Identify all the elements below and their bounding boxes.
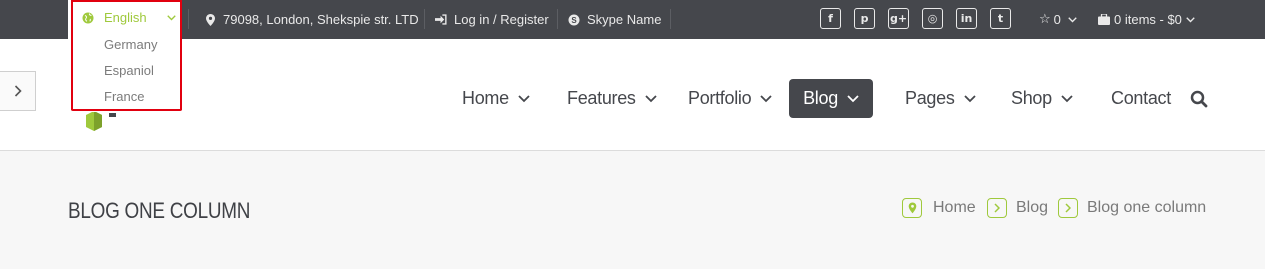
wishlist-dropdown[interactable]: ☆ 0 [1039,0,1077,39]
nav-features-label: Features [567,88,636,108]
cart-summary: 0 items - $0 [1114,12,1182,27]
skype-item[interactable]: S Skype Name [568,0,661,39]
language-selector[interactable]: English [82,10,176,25]
chevron-right-icon [987,198,1007,218]
map-pin-icon [204,13,216,27]
chevron-down-icon [518,94,530,102]
nav-home-label: Home [462,88,509,108]
skype-icon: S [568,13,580,27]
nav-contact[interactable]: Contact [1111,79,1171,118]
chevron-down-icon [1186,16,1195,22]
separator [188,9,189,29]
google-plus-icon[interactable]: g+ [888,8,909,29]
twitter-icon[interactable]: t [990,8,1011,29]
globe-icon [82,12,94,23]
twitter-glyph: t [997,12,1004,25]
svg-text:S: S [571,16,577,25]
google-plus-glyph: g+ [889,12,908,25]
pinterest-glyph: p [860,12,869,25]
nav-pages[interactable]: Pages [905,79,976,118]
dribbble-glyph: ◎ [927,12,938,25]
nav-shop-label: Shop [1011,88,1052,108]
breadcrumb-current: Blog one column [1087,199,1207,216]
dribbble-icon[interactable]: ◎ [922,8,943,29]
chevron-right-icon [14,85,22,97]
breadcrumb-home-icon [902,198,922,218]
search-icon[interactable] [1190,90,1208,108]
nav-pages-label: Pages [905,88,955,108]
separator [670,9,671,29]
sign-in-icon [435,13,447,27]
facebook-glyph: f [828,12,833,25]
nav-shop[interactable]: Shop [1011,79,1073,118]
nav-contact-label: Contact [1111,88,1171,108]
separator [424,9,425,29]
breadcrumb-home[interactable]: Home [933,199,976,217]
briefcase-icon [1098,13,1110,27]
language-option-france[interactable]: France [104,89,144,104]
star-icon: ☆ [1039,12,1051,27]
sidebar-toggle-button[interactable] [0,71,36,111]
language-selected: English [104,10,147,25]
chevron-down-icon [166,14,176,20]
chevron-down-icon [760,94,772,102]
chevron-right-icon [1058,198,1078,218]
separator [557,9,558,29]
language-option-espaniol[interactable]: Espaniol [104,63,154,78]
nav-blog-label: Blog [803,88,838,108]
nav-home[interactable]: Home [462,79,530,118]
chevron-down-icon [1061,94,1073,102]
address-text: 79098, London, Shekspie str. LTD [223,12,419,27]
skype-text: Skype Name [587,12,662,27]
highlight-box-top [71,0,182,3]
language-option-germany[interactable]: Germany [104,37,157,52]
address-item: 79098, London, Shekspie str. LTD [204,0,419,39]
cart-dropdown[interactable]: 0 items - $0 [1098,0,1195,39]
login-register-link[interactable]: Log in / Register [435,0,549,39]
wishlist-count: 0 [1053,12,1061,27]
facebook-icon[interactable]: f [820,8,841,29]
pinterest-icon[interactable]: p [854,8,875,29]
linkedin-icon[interactable]: in [956,8,977,29]
login-register-text: Log in / Register [454,12,549,27]
chevron-down-icon [963,94,976,102]
chevron-down-icon [1068,16,1077,22]
linkedin-glyph: in [960,12,973,25]
chevron-down-icon [645,94,657,102]
top-bar: 79098, London, Shekspie str. LTD Log in … [0,0,1265,39]
nav-portfolio[interactable]: Portfolio [688,79,772,118]
nav-blog[interactable]: Blog [789,79,873,118]
page-title: BLOG ONE COLUMN [68,198,251,223]
nav-portfolio-label: Portfolio [688,88,752,108]
chevron-down-icon [847,94,859,102]
breadcrumb-blog[interactable]: Blog [1016,199,1048,217]
nav-features[interactable]: Features [567,79,657,118]
